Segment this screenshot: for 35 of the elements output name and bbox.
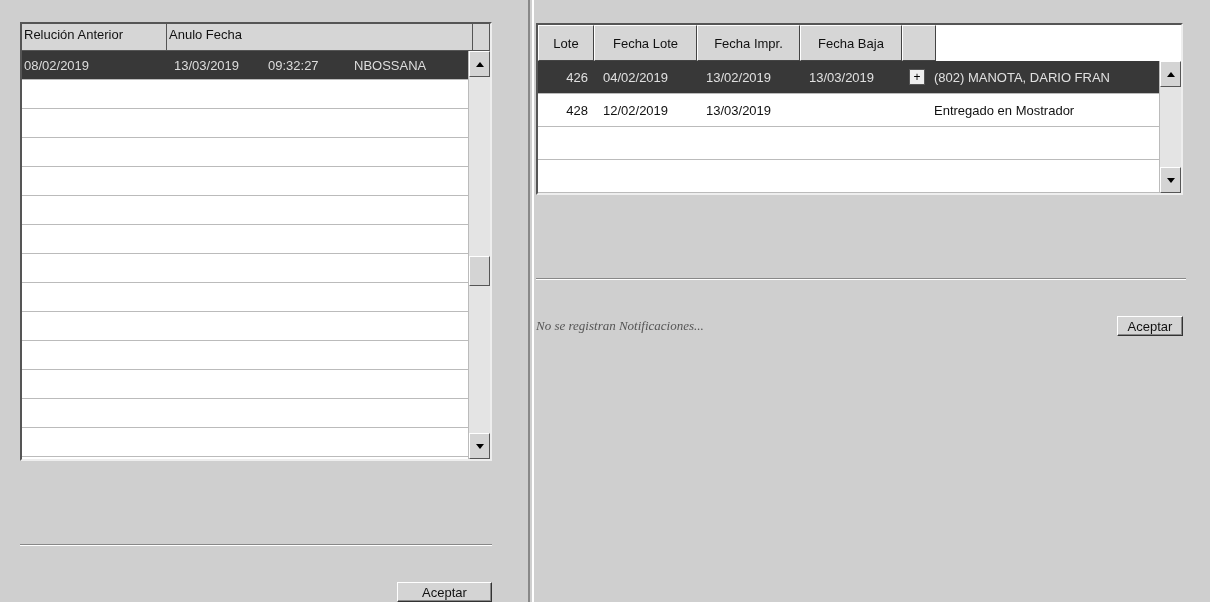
table-cell-text: 04/02/2019 [602, 69, 670, 85]
table-cell-text: 09:32:27 [267, 57, 320, 73]
scroll-down-button[interactable] [469, 433, 490, 459]
column-header[interactable]: Anulo Fecha [167, 24, 473, 50]
expand-button[interactable]: + [909, 69, 925, 85]
column-header[interactable]: Lote [538, 25, 594, 61]
column-header[interactable] [473, 24, 490, 50]
table-cell-text: 13/03/2019 [808, 69, 876, 85]
arrow-down-icon [1166, 177, 1175, 183]
table-cell-text: 426 [565, 69, 589, 85]
table-cell-text: NBOSSANA [353, 57, 427, 73]
table-cell: Entregado en Mostrador [934, 102, 1075, 118]
accept-button[interactable]: Aceptar [397, 582, 492, 602]
scroll-up-button[interactable] [1160, 61, 1181, 87]
table-cell-text: 13/02/2019 [705, 69, 773, 85]
table-cell-text: 428 [565, 102, 589, 118]
table-cell-text: 13/03/2019 [705, 102, 773, 118]
arrow-up-icon [475, 61, 484, 67]
column-header[interactable]: Fecha Impr. [697, 25, 800, 61]
scroll-up-button[interactable] [469, 51, 490, 77]
arrow-down-icon [475, 443, 484, 449]
column-header[interactable]: Relución Anterior [22, 24, 167, 50]
table-cell-text: 12/02/2019 [602, 102, 670, 118]
column-header[interactable]: Fecha Baja [800, 25, 902, 61]
table-cell-text: 08/02/2019 [23, 57, 91, 73]
column-header[interactable]: Fecha Lote [594, 25, 697, 61]
table-cell-text: 13/03/2019 [173, 57, 241, 73]
accept-button[interactable]: Aceptar [1117, 316, 1183, 336]
table-cell: (802) MANOTA, DARIO FRAN [934, 69, 1110, 85]
status-text: No se registran Notificaciones... [536, 318, 704, 334]
scroll-down-button[interactable] [1160, 167, 1181, 193]
table-row[interactable]: 08/02/2019 13/03/2019 09:32:27 NBOSSANA [22, 51, 468, 79]
scroll-thumb[interactable] [469, 256, 490, 287]
table-row[interactable]: 426 04/02/2019 13/02/2019 13/03/2019 + (802) MANOTA, DARIO FRAN [538, 61, 1159, 93]
arrow-up-icon [1166, 71, 1175, 77]
